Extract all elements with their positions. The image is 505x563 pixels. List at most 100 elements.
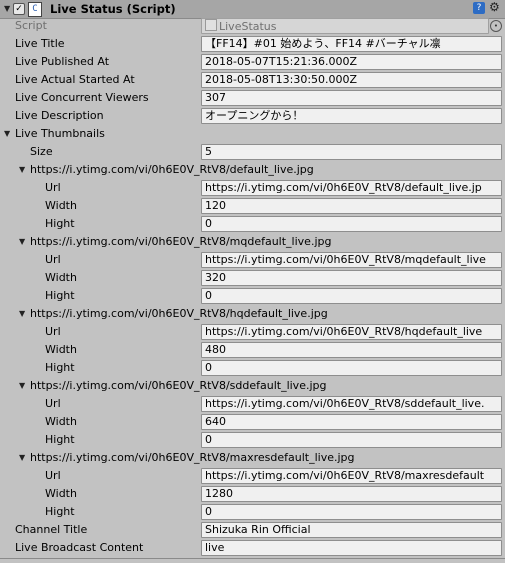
hight-row: Hight 0 (0, 287, 505, 305)
width-field[interactable]: 320 (201, 270, 502, 286)
description-field[interactable]: オープニングから！ (201, 108, 502, 124)
url-row: Url https://i.ytimg.com/vi/0h6E0V_RtV8/m… (0, 251, 505, 269)
element-header-label: https://i.ytimg.com/vi/0h6E0V_RtV8/maxre… (30, 451, 355, 464)
width-row: Width 320 (0, 269, 505, 287)
actual-started-label: Live Actual Started At (15, 73, 135, 86)
script-icon: C (28, 2, 42, 17)
thumbnails-size-row: Size 5 (0, 143, 505, 161)
element-header-label: https://i.ytimg.com/vi/0h6E0V_RtV8/hqdef… (30, 307, 328, 320)
url-label: Url (45, 181, 61, 194)
live-title-label: Live Title (15, 37, 65, 50)
object-picker-icon[interactable]: • (490, 20, 502, 32)
width-row: Width 480 (0, 341, 505, 359)
live-title-field[interactable]: 【FF14】#01 始めよう、FF14 #バーチャル凛 (201, 36, 502, 52)
url-row: Url https://i.ytimg.com/vi/0h6E0V_RtV8/s… (0, 395, 505, 413)
broadcast-content-field[interactable]: live (201, 540, 502, 556)
thumbnails-label: Live Thumbnails (15, 127, 105, 140)
hight-field[interactable]: 0 (201, 216, 502, 232)
hight-field[interactable]: 0 (201, 432, 502, 448)
actual-started-row: Live Actual Started At 2018-05-08T13:30:… (0, 71, 505, 89)
hight-row: Hight 0 (0, 359, 505, 377)
description-row: Live Description オープニングから！ (0, 107, 505, 125)
hight-row: Hight 0 (0, 503, 505, 521)
size-label: Size (30, 145, 53, 158)
thumbnails-fold-icon[interactable]: ▼ (4, 129, 10, 138)
published-at-label: Live Published At (15, 55, 110, 68)
hight-field[interactable]: 0 (201, 288, 502, 304)
thumbnail-element-header[interactable]: ▼ https://i.ytimg.com/vi/0h6E0V_RtV8/def… (0, 161, 505, 179)
element-fold-icon[interactable]: ▼ (19, 237, 25, 246)
url-row: Url https://i.ytimg.com/vi/0h6E0V_RtV8/d… (0, 179, 505, 197)
width-row: Width 640 (0, 413, 505, 431)
width-label: Width (45, 271, 77, 284)
broadcast-content-label: Live Broadcast Content (15, 541, 144, 554)
url-label: Url (45, 469, 61, 482)
hight-label: Hight (45, 505, 75, 518)
thumbnail-element-header[interactable]: ▼ https://i.ytimg.com/vi/0h6E0V_RtV8/mqd… (0, 233, 505, 251)
url-field[interactable]: https://i.ytimg.com/vi/0h6E0V_RtV8/maxre… (201, 468, 502, 484)
script-label: Script (15, 19, 47, 32)
help-icon[interactable]: ? (473, 2, 485, 14)
element-header-label: https://i.ytimg.com/vi/0h6E0V_RtV8/defau… (30, 163, 314, 176)
published-at-field[interactable]: 2018-05-07T15:21:36.000Z (201, 54, 502, 70)
url-field[interactable]: https://i.ytimg.com/vi/0h6E0V_RtV8/defau… (201, 180, 502, 196)
url-field[interactable]: https://i.ytimg.com/vi/0h6E0V_RtV8/sddef… (201, 396, 502, 412)
channel-title-field[interactable]: Shizuka Rin Official (201, 522, 502, 538)
url-field[interactable]: https://i.ytimg.com/vi/0h6E0V_RtV8/mqdef… (201, 252, 502, 268)
element-fold-icon[interactable]: ▼ (19, 165, 25, 174)
enabled-checkbox[interactable]: ✓ (13, 3, 25, 15)
hight-row: Hight 0 (0, 431, 505, 449)
hight-label: Hight (45, 217, 75, 230)
component-title: Live Status (Script) (50, 2, 176, 16)
script-asset-icon (205, 19, 217, 31)
width-row: Width 1280 (0, 485, 505, 503)
url-row: Url https://i.ytimg.com/vi/0h6E0V_RtV8/m… (0, 467, 505, 485)
live-title-row: Live Title 【FF14】#01 始めよう、FF14 #バーチャル凛 (0, 35, 505, 53)
width-label: Width (45, 343, 77, 356)
url-label: Url (45, 397, 61, 410)
concurrent-viewers-label: Live Concurrent Viewers (15, 91, 149, 104)
script-value: LiveStatus (219, 20, 277, 33)
description-label: Live Description (15, 109, 104, 122)
script-row: Script LiveStatus • (0, 17, 505, 35)
hight-field[interactable]: 0 (201, 504, 502, 520)
concurrent-viewers-row: Live Concurrent Viewers 307 (0, 89, 505, 107)
fold-triangle-icon[interactable]: ▼ (4, 4, 10, 13)
width-label: Width (45, 487, 77, 500)
width-label: Width (45, 415, 77, 428)
width-field[interactable]: 640 (201, 414, 502, 430)
thumbnails-row[interactable]: ▼ Live Thumbnails (0, 125, 505, 143)
element-header-label: https://i.ytimg.com/vi/0h6E0V_RtV8/sddef… (30, 379, 327, 392)
element-fold-icon[interactable]: ▼ (19, 309, 25, 318)
concurrent-viewers-field[interactable]: 307 (201, 90, 502, 106)
published-at-row: Live Published At 2018-05-07T15:21:36.00… (0, 53, 505, 71)
channel-title-label: Channel Title (15, 523, 88, 536)
width-field[interactable]: 480 (201, 342, 502, 358)
width-field[interactable]: 1280 (201, 486, 502, 502)
element-fold-icon[interactable]: ▼ (19, 453, 25, 462)
hight-label: Hight (45, 289, 75, 302)
divider (0, 558, 505, 559)
width-field[interactable]: 120 (201, 198, 502, 214)
size-field[interactable]: 5 (201, 144, 502, 160)
thumbnail-element-header[interactable]: ▼ https://i.ytimg.com/vi/0h6E0V_RtV8/hqd… (0, 305, 505, 323)
element-fold-icon[interactable]: ▼ (19, 381, 25, 390)
thumbnail-element-header[interactable]: ▼ https://i.ytimg.com/vi/0h6E0V_RtV8/sdd… (0, 377, 505, 395)
width-label: Width (45, 199, 77, 212)
channel-title-row: Channel Title Shizuka Rin Official (0, 521, 505, 539)
inspector-panel: ▼ ✓ C Live Status (Script) ? ⚙ Script Li… (0, 0, 505, 563)
url-field[interactable]: https://i.ytimg.com/vi/0h6E0V_RtV8/hqdef… (201, 324, 502, 340)
element-header-label: https://i.ytimg.com/vi/0h6E0V_RtV8/mqdef… (30, 235, 332, 248)
url-label: Url (45, 253, 61, 266)
url-label: Url (45, 325, 61, 338)
hight-field[interactable]: 0 (201, 360, 502, 376)
script-field[interactable]: LiveStatus (201, 18, 489, 34)
gear-icon[interactable]: ⚙ (489, 0, 500, 14)
url-row: Url https://i.ytimg.com/vi/0h6E0V_RtV8/h… (0, 323, 505, 341)
broadcast-content-row: Live Broadcast Content live (0, 539, 505, 557)
hight-label: Hight (45, 361, 75, 374)
actual-started-field[interactable]: 2018-05-08T13:30:50.000Z (201, 72, 502, 88)
thumbnail-element-header[interactable]: ▼ https://i.ytimg.com/vi/0h6E0V_RtV8/max… (0, 449, 505, 467)
hight-label: Hight (45, 433, 75, 446)
width-row: Width 120 (0, 197, 505, 215)
